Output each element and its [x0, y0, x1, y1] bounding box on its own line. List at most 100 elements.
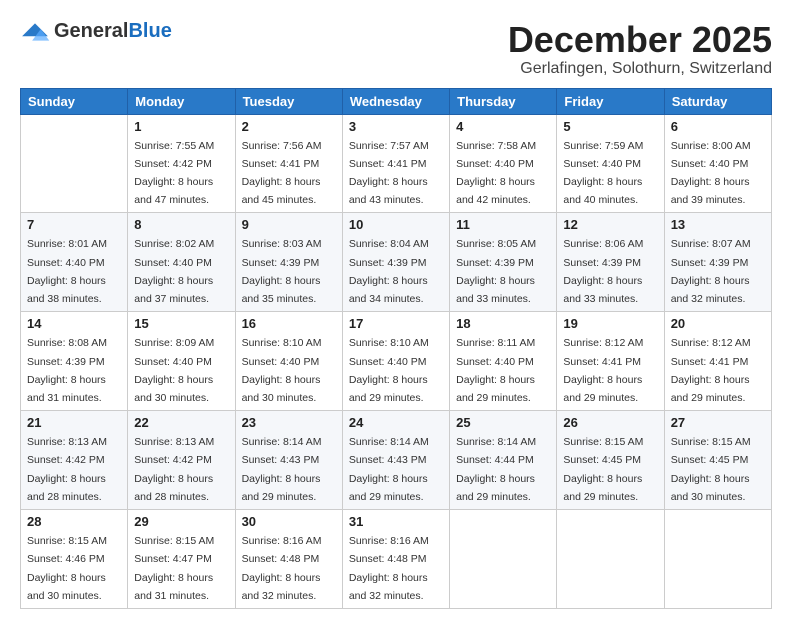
day-number: 13 [671, 217, 765, 232]
day-number: 27 [671, 415, 765, 430]
calendar-week-row: 28 Sunrise: 8:15 AMSunset: 4:46 PMDaylig… [21, 510, 772, 609]
calendar-cell: 9 Sunrise: 8:03 AMSunset: 4:39 PMDayligh… [235, 213, 342, 312]
weekday-header-sunday: Sunday [21, 88, 128, 114]
calendar-cell [450, 510, 557, 609]
day-number: 14 [27, 316, 121, 331]
day-detail: Sunrise: 8:11 AMSunset: 4:40 PMDaylight:… [456, 337, 535, 404]
calendar-cell: 6 Sunrise: 8:00 AMSunset: 4:40 PMDayligh… [664, 114, 771, 213]
day-detail: Sunrise: 8:10 AMSunset: 4:40 PMDaylight:… [349, 337, 429, 404]
weekday-header-saturday: Saturday [664, 88, 771, 114]
day-number: 26 [563, 415, 657, 430]
day-detail: Sunrise: 8:13 AMSunset: 4:42 PMDaylight:… [27, 436, 107, 503]
calendar-cell: 25 Sunrise: 8:14 AMSunset: 4:44 PMDaylig… [450, 411, 557, 510]
calendar-cell: 30 Sunrise: 8:16 AMSunset: 4:48 PMDaylig… [235, 510, 342, 609]
calendar-cell: 7 Sunrise: 8:01 AMSunset: 4:40 PMDayligh… [21, 213, 128, 312]
calendar-cell: 17 Sunrise: 8:10 AMSunset: 4:40 PMDaylig… [342, 312, 449, 411]
day-detail: Sunrise: 7:58 AMSunset: 4:40 PMDaylight:… [456, 140, 536, 207]
day-detail: Sunrise: 8:09 AMSunset: 4:40 PMDaylight:… [134, 337, 214, 404]
day-detail: Sunrise: 8:16 AMSunset: 4:48 PMDaylight:… [242, 535, 322, 602]
calendar-cell [664, 510, 771, 609]
calendar-table: SundayMondayTuesdayWednesdayThursdayFrid… [20, 88, 772, 609]
calendar-cell: 3 Sunrise: 7:57 AMSunset: 4:41 PMDayligh… [342, 114, 449, 213]
day-detail: Sunrise: 7:59 AMSunset: 4:40 PMDaylight:… [563, 140, 643, 207]
calendar-cell: 22 Sunrise: 8:13 AMSunset: 4:42 PMDaylig… [128, 411, 235, 510]
weekday-header-thursday: Thursday [450, 88, 557, 114]
day-number: 1 [134, 119, 228, 134]
weekday-header-wednesday: Wednesday [342, 88, 449, 114]
day-detail: Sunrise: 8:14 AMSunset: 4:43 PMDaylight:… [349, 436, 429, 503]
calendar-cell: 4 Sunrise: 7:58 AMSunset: 4:40 PMDayligh… [450, 114, 557, 213]
day-number: 8 [134, 217, 228, 232]
day-number: 3 [349, 119, 443, 134]
day-detail: Sunrise: 8:16 AMSunset: 4:48 PMDaylight:… [349, 535, 429, 602]
page-header: GeneralBlue December 2025 Gerlafingen, S… [20, 20, 772, 78]
calendar-cell [21, 114, 128, 213]
day-number: 11 [456, 217, 550, 232]
day-number: 15 [134, 316, 228, 331]
calendar-cell: 27 Sunrise: 8:15 AMSunset: 4:45 PMDaylig… [664, 411, 771, 510]
calendar-cell: 24 Sunrise: 8:14 AMSunset: 4:43 PMDaylig… [342, 411, 449, 510]
title-block: December 2025 Gerlafingen, Solothurn, Sw… [508, 20, 772, 78]
day-number: 17 [349, 316, 443, 331]
calendar-cell: 1 Sunrise: 7:55 AMSunset: 4:42 PMDayligh… [128, 114, 235, 213]
logo-general: General [54, 20, 128, 42]
calendar-cell: 13 Sunrise: 8:07 AMSunset: 4:39 PMDaylig… [664, 213, 771, 312]
day-detail: Sunrise: 8:05 AMSunset: 4:39 PMDaylight:… [456, 238, 536, 305]
logo: GeneralBlue [20, 20, 172, 43]
day-detail: Sunrise: 8:12 AMSunset: 4:41 PMDaylight:… [563, 337, 643, 404]
day-number: 24 [349, 415, 443, 430]
calendar-cell: 19 Sunrise: 8:12 AMSunset: 4:41 PMDaylig… [557, 312, 664, 411]
calendar-cell: 8 Sunrise: 8:02 AMSunset: 4:40 PMDayligh… [128, 213, 235, 312]
day-detail: Sunrise: 8:15 AMSunset: 4:47 PMDaylight:… [134, 535, 214, 602]
logo-blue: Blue [128, 20, 171, 42]
day-detail: Sunrise: 8:12 AMSunset: 4:41 PMDaylight:… [671, 337, 751, 404]
calendar-cell: 2 Sunrise: 7:56 AMSunset: 4:41 PMDayligh… [235, 114, 342, 213]
day-detail: Sunrise: 8:08 AMSunset: 4:39 PMDaylight:… [27, 337, 107, 404]
day-number: 16 [242, 316, 336, 331]
day-number: 19 [563, 316, 657, 331]
day-number: 20 [671, 316, 765, 331]
calendar-cell: 11 Sunrise: 8:05 AMSunset: 4:39 PMDaylig… [450, 213, 557, 312]
day-detail: Sunrise: 8:00 AMSunset: 4:40 PMDaylight:… [671, 140, 751, 207]
day-detail: Sunrise: 8:06 AMSunset: 4:39 PMDaylight:… [563, 238, 643, 305]
day-detail: Sunrise: 8:15 AMSunset: 4:45 PMDaylight:… [563, 436, 643, 503]
calendar-cell: 21 Sunrise: 8:13 AMSunset: 4:42 PMDaylig… [21, 411, 128, 510]
calendar-cell: 29 Sunrise: 8:15 AMSunset: 4:47 PMDaylig… [128, 510, 235, 609]
day-detail: Sunrise: 8:15 AMSunset: 4:45 PMDaylight:… [671, 436, 751, 503]
day-number: 29 [134, 514, 228, 529]
day-number: 7 [27, 217, 121, 232]
day-detail: Sunrise: 8:07 AMSunset: 4:39 PMDaylight:… [671, 238, 751, 305]
calendar-cell: 18 Sunrise: 8:11 AMSunset: 4:40 PMDaylig… [450, 312, 557, 411]
calendar-week-row: 1 Sunrise: 7:55 AMSunset: 4:42 PMDayligh… [21, 114, 772, 213]
day-detail: Sunrise: 7:56 AMSunset: 4:41 PMDaylight:… [242, 140, 322, 207]
day-detail: Sunrise: 8:14 AMSunset: 4:44 PMDaylight:… [456, 436, 536, 503]
calendar-cell [557, 510, 664, 609]
logo-icon [20, 22, 50, 42]
day-detail: Sunrise: 8:02 AMSunset: 4:40 PMDaylight:… [134, 238, 214, 305]
day-number: 30 [242, 514, 336, 529]
day-detail: Sunrise: 8:01 AMSunset: 4:40 PMDaylight:… [27, 238, 107, 305]
day-detail: Sunrise: 8:14 AMSunset: 4:43 PMDaylight:… [242, 436, 322, 503]
day-number: 31 [349, 514, 443, 529]
day-number: 9 [242, 217, 336, 232]
calendar-cell: 26 Sunrise: 8:15 AMSunset: 4:45 PMDaylig… [557, 411, 664, 510]
weekday-header-monday: Monday [128, 88, 235, 114]
calendar-cell: 15 Sunrise: 8:09 AMSunset: 4:40 PMDaylig… [128, 312, 235, 411]
day-number: 23 [242, 415, 336, 430]
calendar-cell: 23 Sunrise: 8:14 AMSunset: 4:43 PMDaylig… [235, 411, 342, 510]
day-number: 10 [349, 217, 443, 232]
calendar-cell: 12 Sunrise: 8:06 AMSunset: 4:39 PMDaylig… [557, 213, 664, 312]
location-title: Gerlafingen, Solothurn, Switzerland [508, 60, 772, 78]
calendar-cell: 16 Sunrise: 8:10 AMSunset: 4:40 PMDaylig… [235, 312, 342, 411]
day-number: 4 [456, 119, 550, 134]
day-number: 2 [242, 119, 336, 134]
calendar-cell: 14 Sunrise: 8:08 AMSunset: 4:39 PMDaylig… [21, 312, 128, 411]
calendar-week-row: 21 Sunrise: 8:13 AMSunset: 4:42 PMDaylig… [21, 411, 772, 510]
calendar-cell: 10 Sunrise: 8:04 AMSunset: 4:39 PMDaylig… [342, 213, 449, 312]
weekday-header-friday: Friday [557, 88, 664, 114]
weekday-header-tuesday: Tuesday [235, 88, 342, 114]
calendar-cell: 5 Sunrise: 7:59 AMSunset: 4:40 PMDayligh… [557, 114, 664, 213]
day-number: 18 [456, 316, 550, 331]
day-detail: Sunrise: 8:15 AMSunset: 4:46 PMDaylight:… [27, 535, 107, 602]
day-detail: Sunrise: 7:55 AMSunset: 4:42 PMDaylight:… [134, 140, 214, 207]
